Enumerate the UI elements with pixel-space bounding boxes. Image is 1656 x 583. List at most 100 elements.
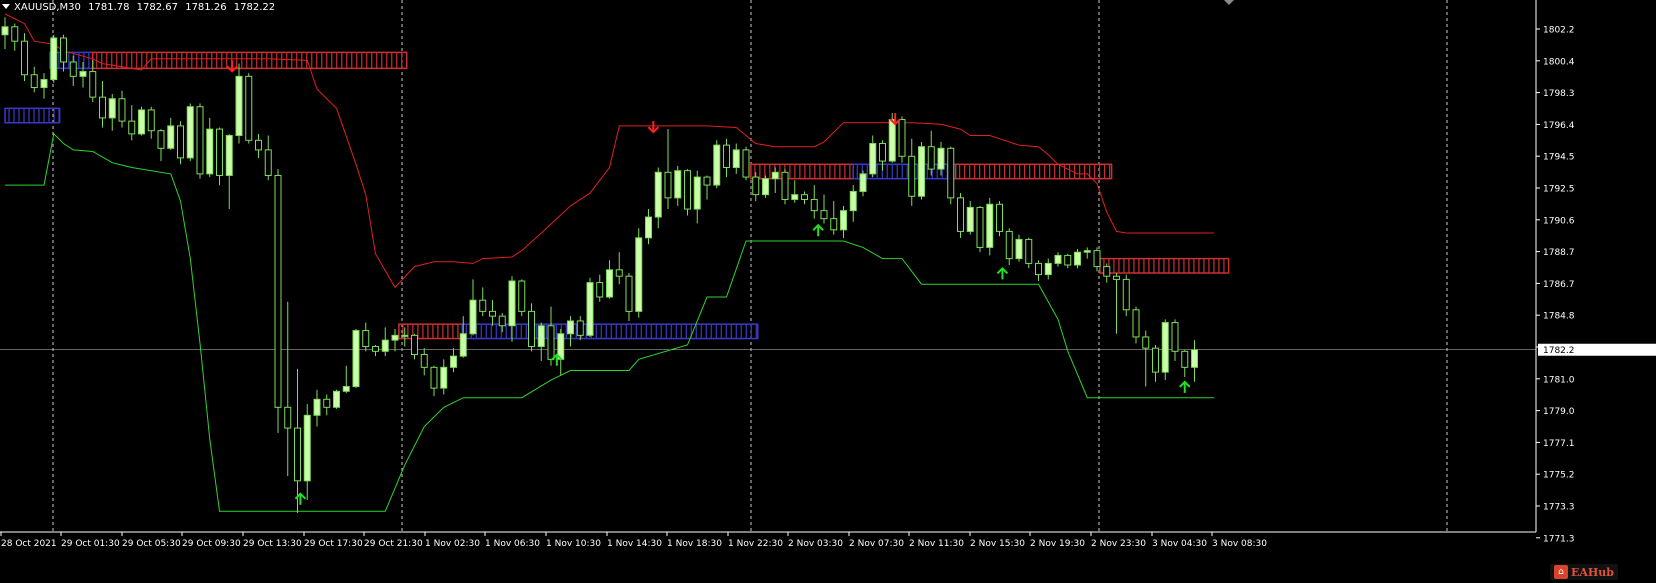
time-tick-label: 29 Oct 17:30 [304,539,363,549]
candle-body [235,75,243,137]
candle [1064,253,1072,269]
close-value: 1782.22 [233,2,276,13]
time-tick-label: 28 Oct 2021 [1,539,57,549]
price-tick-label: 1775.2 [1543,471,1575,481]
candle [1025,237,1033,269]
candle-body [508,280,516,327]
candle-body [372,346,379,352]
candle [664,129,672,210]
zone-outline [4,107,61,124]
candle [752,172,760,202]
price-tick-label: 1792.5 [1543,185,1575,195]
time-tick-label: 29 Oct 13:30 [243,539,302,549]
candle [138,106,145,136]
candle [216,127,223,186]
candle-body [498,315,506,327]
candle [1113,273,1120,334]
candle [99,81,106,128]
candle [1161,319,1169,381]
candle [703,175,711,200]
candle-body [908,155,916,197]
high-value: 1782.67 [136,2,179,13]
chevron-down-icon[interactable] [2,4,10,9]
candle-body [801,194,808,200]
candle-body [108,98,116,119]
candle [489,300,496,326]
candle [820,194,828,224]
candle-body [547,325,555,360]
candle [1035,260,1042,281]
time-tick-label: 3 Nov 04:30 [1152,539,1207,549]
candle-body [79,71,87,77]
candle [791,180,799,203]
candle-body [177,125,184,159]
candle [1181,349,1189,377]
time-tick-label: 29 Oct 21:30 [364,539,423,549]
candle [576,316,584,341]
candle-body [567,320,574,335]
price-tick-label: 1790.6 [1543,216,1575,226]
down-arrow-icon [226,60,238,73]
candle [1171,319,1179,361]
candle [625,273,633,321]
candle-body [791,194,799,200]
candle-body [810,198,818,212]
candle-body [937,147,945,170]
up-arrow-icon [294,492,307,505]
candle-body [225,135,233,176]
candle-body [684,170,691,210]
up-arrow-icon [996,266,1009,280]
candle-body [664,171,672,199]
candle [430,365,438,397]
candle-body [118,98,126,122]
candle-body [294,427,301,482]
candle [849,185,857,222]
candle-body [723,144,730,168]
candle [1103,263,1111,283]
price-tick-label: 1802.2 [1543,26,1575,36]
candle [342,365,350,393]
candle [1152,344,1159,382]
candle [762,175,769,198]
candle [1142,330,1150,387]
candle [986,197,994,256]
candle [89,60,97,102]
candle-body [99,96,106,119]
candle [420,348,428,376]
candle-body [1152,347,1159,373]
candle-body [976,206,984,248]
symbol-header: XAUUSD,M30 1781.78 1782.67 1781.26 1782.… [2,2,279,13]
eahub-logo-text: EAHub [1570,565,1614,579]
time-tick-label: 2 Nov 07:30 [849,539,904,549]
candle-body [869,143,877,175]
price-tick-label: 1773.3 [1543,503,1575,513]
candle-body [69,61,77,77]
candle [654,167,662,229]
candle-body [966,206,974,232]
price-chart[interactable]: 1802.2 1800.4 1798.3 1796.4 1794.5 1792.5 1790… [0,0,1656,583]
time-tick-label: 29 Oct 01:30 [61,539,120,549]
price-tick-label: 1796.4 [1543,121,1575,131]
candle-body [1015,238,1023,260]
candle [508,276,516,342]
candle-body [459,333,467,357]
candle-body [537,325,545,348]
candle-body [313,398,321,416]
candle [235,63,243,144]
candle-body [859,173,867,192]
candle-body [625,275,633,312]
demand-zone [461,323,759,340]
candle [1005,228,1013,266]
candle [518,279,526,317]
time-tick-label: 3 Nov 08:30 [1212,539,1267,549]
candle-body [469,299,477,335]
candle [284,301,292,477]
candle [274,169,282,433]
candle-body [606,269,613,298]
candle-body [1132,309,1140,338]
candle [30,66,38,93]
price-tick-label: 1779.0 [1543,407,1575,417]
candle [918,141,925,200]
supply-zone [750,163,854,180]
candles [1,17,1198,513]
